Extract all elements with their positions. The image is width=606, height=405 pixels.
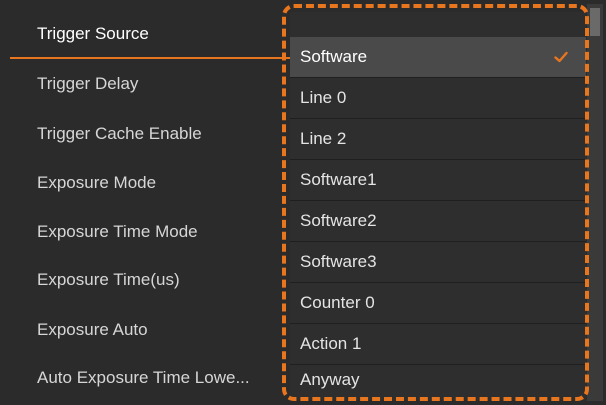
property-label: Exposure Time Mode xyxy=(37,222,198,241)
option-label: Software1 xyxy=(300,170,377,189)
option-label: Software2 xyxy=(300,211,377,230)
option-label: Line 2 xyxy=(300,129,347,148)
option-label: Counter 0 xyxy=(300,293,375,312)
property-label: Exposure Time(us) xyxy=(37,270,180,289)
property-label: Exposure Auto xyxy=(37,320,148,339)
property-row-exposure-mode[interactable]: Exposure Mode xyxy=(0,159,290,207)
property-label: Trigger Delay xyxy=(37,74,139,93)
property-row-exposure-time[interactable]: Exposure Time(us) xyxy=(0,256,290,304)
property-row-auto-exposure-time-lower[interactable]: Auto Exposure Time Lowe... xyxy=(0,354,290,402)
option-label: Line 0 xyxy=(300,88,347,107)
dropdown-option-line-0[interactable]: Line 0 xyxy=(290,78,586,119)
trigger-source-dropdown[interactable]: Software Line 0 Line 2 Software1 Softwar… xyxy=(290,12,586,400)
property-row-trigger-source[interactable]: Trigger Source xyxy=(0,10,290,58)
active-row-underline xyxy=(10,57,292,59)
property-row-trigger-cache-enable[interactable]: Trigger Cache Enable xyxy=(0,110,290,158)
property-row-exposure-time-mode[interactable]: Exposure Time Mode xyxy=(0,208,290,256)
dropdown-option-line-2[interactable]: Line 2 xyxy=(290,119,586,160)
option-label: Action 1 xyxy=(300,334,362,353)
checkmark-icon xyxy=(554,51,568,63)
dropdown-option-software1[interactable]: Software1 xyxy=(290,160,586,201)
property-label: Trigger Source xyxy=(37,24,149,43)
property-panel: Trigger Source Trigger Delay Trigger Cac… xyxy=(0,0,606,405)
property-label: Exposure Mode xyxy=(37,173,157,192)
option-label: Software xyxy=(300,47,368,66)
option-label: Software3 xyxy=(300,252,377,271)
dropdown-option-counter-0[interactable]: Counter 0 xyxy=(290,283,586,324)
scrollbar-thumb[interactable] xyxy=(590,8,600,36)
property-row-trigger-delay[interactable]: Trigger Delay xyxy=(0,60,290,108)
dropdown-option-software3[interactable]: Software3 xyxy=(290,242,586,283)
dropdown-option-software2[interactable]: Software2 xyxy=(290,201,586,242)
option-label: Anyway xyxy=(300,369,360,389)
property-row-exposure-auto[interactable]: Exposure Auto xyxy=(0,306,290,354)
property-label: Auto Exposure Time Lowe... xyxy=(37,368,250,387)
dropdown-option-anyway[interactable]: Anyway xyxy=(290,359,586,400)
property-label: Trigger Cache Enable xyxy=(37,124,202,143)
scrollbar-track[interactable] xyxy=(587,4,603,401)
dropdown-option-software[interactable]: Software xyxy=(290,37,586,78)
